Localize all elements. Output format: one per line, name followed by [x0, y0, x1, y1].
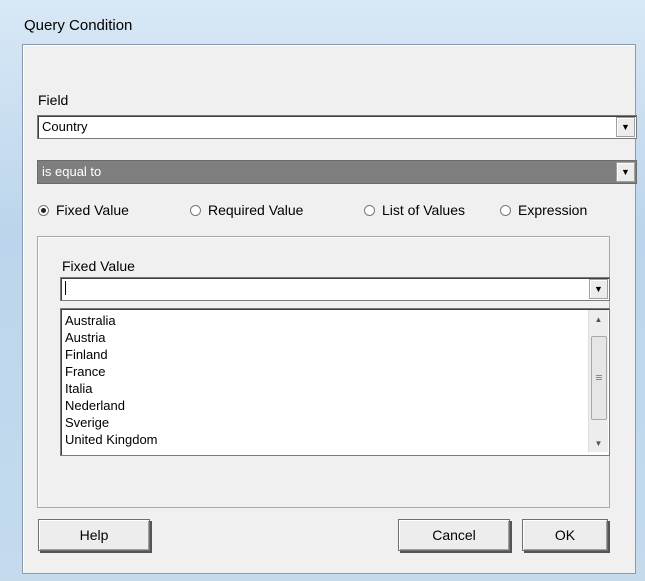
ok-button[interactable]: OK — [522, 519, 608, 551]
list-item[interactable]: France — [65, 364, 105, 379]
radio-unselected-icon — [500, 204, 511, 216]
window-frame: Query Condition Field Country ▼ is equal… — [0, 0, 645, 581]
country-list[interactable]: Australia Austria Finland France Italia … — [60, 308, 610, 456]
field-dropdown[interactable]: Country ▼ — [37, 115, 637, 139]
list-item[interactable]: Italia — [65, 381, 92, 396]
fixed-value-label: Fixed Value — [62, 258, 135, 274]
cancel-button-label: Cancel — [432, 527, 476, 543]
radio-unselected-icon — [190, 204, 201, 216]
radio-unselected-icon — [364, 204, 375, 216]
help-button-label: Help — [79, 527, 109, 543]
radio-fixed-value-label: Fixed Value — [56, 202, 129, 218]
radio-required-value[interactable]: Required Value — [190, 202, 303, 218]
radio-list-of-values-label: List of Values — [382, 202, 466, 218]
scrollbar-thumb[interactable] — [591, 336, 607, 420]
ok-button-label: OK — [554, 527, 576, 543]
text-caret — [65, 281, 66, 295]
radio-required-value-label: Required Value — [208, 202, 304, 218]
scroll-down-icon[interactable]: ▼ — [589, 434, 608, 452]
operator-dropdown-value: is equal to — [42, 164, 102, 179]
list-item[interactable]: United Kingdom — [65, 432, 158, 447]
list-item[interactable]: Austria — [65, 330, 105, 345]
help-button[interactable]: Help — [38, 519, 150, 551]
radio-expression[interactable]: Expression — [500, 202, 587, 218]
field-label: Field — [38, 92, 69, 108]
grip-icon — [596, 375, 602, 380]
list-item[interactable]: Australia — [65, 313, 116, 328]
title-bar[interactable]: Query Condition — [0, 0, 645, 42]
radio-list-of-values[interactable]: List of Values — [364, 202, 465, 218]
radio-fixed-value[interactable]: Fixed Value — [38, 202, 129, 218]
list-scrollbar[interactable]: ▲ ▼ — [588, 310, 608, 452]
radio-selected-icon — [38, 204, 49, 216]
chevron-down-icon: ▼ — [621, 166, 630, 177]
value-type-radio-group: Fixed Value Required Value List of Value… — [38, 202, 628, 222]
scroll-up-icon[interactable]: ▲ — [589, 310, 608, 328]
list-item[interactable]: Nederland — [65, 398, 125, 413]
cancel-button[interactable]: Cancel — [398, 519, 510, 551]
list-item[interactable]: Finland — [65, 347, 108, 362]
field-dropdown-value: Country — [42, 119, 88, 134]
operator-dropdown[interactable]: is equal to ▼ — [37, 160, 637, 184]
window-title: Query Condition — [24, 17, 133, 34]
operator-dropdown-button[interactable]: ▼ — [616, 162, 635, 182]
fixed-value-input[interactable]: ▼ — [60, 277, 610, 301]
radio-expression-label: Expression — [518, 202, 588, 218]
chevron-down-icon: ▼ — [621, 121, 630, 132]
chevron-down-icon: ▼ — [594, 283, 603, 294]
fixed-value-dropdown-button[interactable]: ▼ — [589, 279, 608, 299]
field-dropdown-button[interactable]: ▼ — [616, 117, 635, 137]
list-item[interactable]: Sverige — [65, 415, 109, 430]
